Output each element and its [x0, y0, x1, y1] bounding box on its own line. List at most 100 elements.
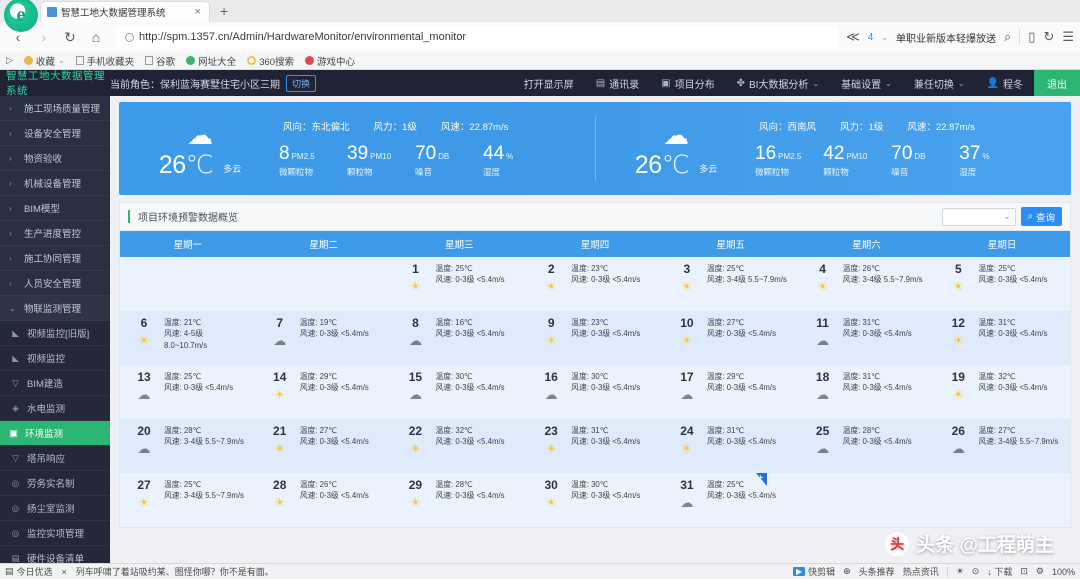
- calendar-day-cell[interactable]: 17 ☁ 温度: 29℃ 风速: 0-3级 <5.4m/s: [663, 365, 799, 419]
- headlines-label[interactable]: 头条推荐: [859, 565, 895, 578]
- sidebar-item-label: 生产进度管控: [24, 229, 82, 240]
- sidebar-item-utility-monitoring[interactable]: ◈ 水电监测: [0, 396, 110, 421]
- close-icon[interactable]: ×: [62, 567, 67, 577]
- calendar-day-cell[interactable]: 6 ☀ 温度: 21℃ 风速: 4-5级 8.0~10.7m/s: [120, 311, 256, 365]
- promo-text[interactable]: 单职业新版本轻爆放送: [896, 30, 996, 45]
- bookmark-item[interactable]: 360搜索: [247, 54, 294, 68]
- chevron-down-icon[interactable]: ⌄: [881, 33, 888, 42]
- calendar-day-cell[interactable]: 27 ☀ 温度: 25℃ 风速: 3-4级 5.5~7.9m/s: [120, 473, 256, 527]
- sidebar-item-iot-monitoring[interactable]: ⌄ 物联监测管理: [0, 296, 110, 321]
- quick-edit-tool[interactable]: ▶ 快剪辑: [792, 565, 835, 578]
- header-nav-item-project-map[interactable]: ▣ 项目分布: [650, 70, 725, 96]
- sidebar-item-quality[interactable]: › 施工现场质量管理: [0, 96, 110, 121]
- calendar-day-cell[interactable]: 7 ☁ 温度: 19℃ 风速: 0-3级 <5.4m/s: [256, 311, 392, 365]
- sidebar-item-monitor-items[interactable]: ◎ 监控实项管理: [0, 521, 110, 546]
- shield-icon[interactable]: ⊙: [972, 566, 980, 577]
- calendar-day-cell[interactable]: 12 ☀ 温度: 31℃ 风速: 0-3级 <5.4m/s: [934, 311, 1070, 365]
- calendar-day-cell[interactable]: 26 ☁ 温度: 27℃ 风速: 3-4级 5.5~7.9m/s: [934, 419, 1070, 473]
- calendar-day-cell[interactable]: 19 ☀ 温度: 32℃ 风速: 0-3级 <5.4m/s: [934, 365, 1070, 419]
- calendar-day-cell[interactable]: 4 ☀ 温度: 26℃ 风速: 3-4级 5.5~7.9m/s: [799, 257, 935, 311]
- calendar-day-cell[interactable]: 25 ☁ 温度: 28℃ 风速: 0-3级 <5.4m/s: [799, 419, 935, 473]
- bookmark-item[interactable]: 收藏 ⌄: [23, 54, 65, 68]
- zoom-level[interactable]: 100%: [1052, 567, 1075, 577]
- sidebar-item-environmental-monitoring[interactable]: ▣ 环境监测: [0, 421, 110, 446]
- sidebar-item-personnel-safety[interactable]: › 人员安全管理: [0, 271, 110, 296]
- search-icon[interactable]: ⌕: [1004, 29, 1011, 45]
- window-icon[interactable]: ⊡: [1020, 566, 1028, 577]
- chevron-down-icon[interactable]: ⌄: [58, 56, 65, 65]
- weather-description: 多云: [223, 163, 242, 174]
- calendar-day-cell[interactable]: 30 ☀ 温度: 30℃ 风速: 0-3级 <5.4m/s: [527, 473, 663, 527]
- new-tab-button[interactable]: +: [210, 1, 238, 22]
- history-icon[interactable]: ↻: [1043, 29, 1054, 45]
- header-nav-item-role-switch[interactable]: 兼任切换 ⌄: [903, 70, 976, 96]
- header-nav-item-contacts[interactable]: ▤ 通讯录: [585, 70, 650, 96]
- calendar-day-cell[interactable]: 29 ☀ 温度: 28℃ 风速: 0-3级 <5.4m/s: [391, 473, 527, 527]
- calendar-day-cell[interactable]: 2 ☀ 温度: 23℃ 风速: 0-3级 <5.4m/s: [527, 257, 663, 311]
- mobile-view-icon[interactable]: ▯: [1028, 29, 1035, 45]
- calendar-day-cell[interactable]: 10 ☀ 温度: 27℃ 风速: 0-3级 <5.4m/s: [663, 311, 799, 365]
- home-icon[interactable]: ⌂: [84, 25, 108, 49]
- calendar-day-cell[interactable]: 31 ☁ 温度: 25℃ 风速: 0-3级 <5.4m/s: [663, 473, 799, 527]
- calendar-day-info: 温度: 21℃ 风速: 4-5级 8.0~10.7m/s: [164, 316, 252, 365]
- calendar-day-cell[interactable]: 20 ☁ 温度: 28℃ 风速: 3-4级 5.5~7.9m/s: [120, 419, 256, 473]
- add-icon[interactable]: ⊕: [843, 566, 851, 577]
- sidebar-item-bim-build[interactable]: ▽ BIM建造: [0, 371, 110, 396]
- month-select[interactable]: ⌄: [941, 207, 1016, 226]
- search-button[interactable]: ⌕ 查询: [1020, 207, 1062, 226]
- address-bar[interactable]: http://spm.1357.cn/Admin/HardwareMonitor…: [116, 26, 839, 48]
- bookmark-item[interactable]: 游戏中心: [305, 54, 355, 68]
- today-featured[interactable]: ▤ 今日优选: [5, 565, 53, 578]
- day-wind-speed: 风速: 3-4级 5.5~7.9m/s: [842, 275, 923, 285]
- browser-tab[interactable]: 智慧工地大数据管理系统 ×: [40, 1, 210, 22]
- calendar-day-info: 温度: 25℃ 风速: 0-3级 <5.4m/s: [978, 262, 1066, 311]
- close-icon[interactable]: ×: [193, 6, 203, 18]
- calendar-day-cell[interactable]: 22 ☀ 温度: 32℃ 风速: 0-3级 <5.4m/s: [391, 419, 527, 473]
- sidebar-item-labor-realname[interactable]: ◎ 劳务实名制: [0, 471, 110, 496]
- download-icon[interactable]: ↓ 下载: [987, 565, 1012, 578]
- calendar-day-cell[interactable]: 23 ☀ 温度: 31℃ 风速: 0-3级 <5.4m/s: [527, 419, 663, 473]
- calendar-day-cell[interactable]: 13 ☁ 温度: 25℃ 风速: 0-3级 <5.4m/s: [120, 365, 256, 419]
- calendar-day-cell[interactable]: 9 ☀ 温度: 23℃ 风速: 0-3级 <5.4m/s: [527, 311, 663, 365]
- bookmark-item[interactable]: 谷歌: [145, 54, 175, 68]
- bookmark-expand-icon[interactable]: ▷: [6, 55, 13, 66]
- switch-role-button[interactable]: 切换: [286, 74, 317, 92]
- sidebar-item-dust-monitoring[interactable]: ◎ 扬尘室监测: [0, 496, 110, 521]
- calendar-day-cell[interactable]: 24 ☀ 温度: 31℃ 风速: 0-3级 <5.4m/s: [663, 419, 799, 473]
- sidebar-item-material-acceptance[interactable]: › 物资验收: [0, 146, 110, 171]
- calendar-day-cell[interactable]: 5 ☀ 温度: 25℃ 风速: 0-3级 <5.4m/s: [934, 257, 1070, 311]
- gear-icon[interactable]: ⚙: [1036, 566, 1044, 577]
- calendar-day-cell[interactable]: 1 ☀ 温度: 25℃ 风速: 0-3级 <5.4m/s: [391, 257, 527, 311]
- logout-button[interactable]: 退出: [1034, 70, 1080, 96]
- header-nav-item-user[interactable]: 👤 程冬: [976, 70, 1034, 96]
- brightness-icon[interactable]: ☀: [956, 566, 964, 577]
- menu-icon[interactable]: ☰: [1062, 29, 1074, 45]
- sidebar-item-crane-response[interactable]: ▽ 塔吊响应: [0, 446, 110, 471]
- reload-icon[interactable]: ↻: [58, 25, 82, 49]
- calendar-day-cell[interactable]: 14 ☀ 温度: 29℃ 风速: 0-3级 <5.4m/s: [256, 365, 392, 419]
- news-ticker[interactable]: 列车呼啸了着站吸约某、图怪你哪？你不是有面。: [76, 565, 274, 578]
- calendar-day-cell[interactable]: 11 ☁ 温度: 31℃ 风速: 0-3级 <5.4m/s: [799, 311, 935, 365]
- forward-icon[interactable]: ›: [32, 25, 56, 49]
- sidebar-item-video[interactable]: ◣ 视频监控: [0, 346, 110, 371]
- sidebar-item-equipment-safety[interactable]: › 设备安全管理: [0, 121, 110, 146]
- calendar-day-cell[interactable]: 8 ☁ 温度: 16℃ 风速: 0-3级 <5.4m/s: [391, 311, 527, 365]
- calendar-day-cell[interactable]: 3 ☀ 温度: 25℃ 风速: 3-4级 5.5~7.9m/s: [663, 257, 799, 311]
- calendar-day-cell[interactable]: 16 ☁ 温度: 30℃ 风速: 0-3级 <5.4m/s: [527, 365, 663, 419]
- calendar-day-cell[interactable]: 15 ☁ 温度: 30℃ 风速: 0-3级 <5.4m/s: [391, 365, 527, 419]
- sidebar-item-production-progress[interactable]: › 生产进度管控: [0, 221, 110, 246]
- bookmark-item[interactable]: 网址大全: [186, 54, 236, 68]
- sidebar-item-construction-collab[interactable]: › 施工协同管理: [0, 246, 110, 271]
- bookmark-item[interactable]: 手机收藏夹: [75, 54, 134, 68]
- header-nav-item-settings[interactable]: 基础设置 ⌄: [830, 70, 903, 96]
- calendar-day-cell[interactable]: 21 ☀ 温度: 27℃ 风速: 0-3级 <5.4m/s: [256, 419, 392, 473]
- sidebar-item-bim-model[interactable]: › BIM模型: [0, 196, 110, 221]
- calendar-day-cell[interactable]: 18 ☁ 温度: 31℃ 风速: 0-3级 <5.4m/s: [799, 365, 935, 419]
- header-nav-item-bi[interactable]: ✤ BI大数据分析 ⌄: [726, 70, 831, 96]
- hot-news-label[interactable]: 热点资讯: [903, 565, 939, 578]
- sidebar-item-machinery[interactable]: › 机械设备管理: [0, 171, 110, 196]
- header-nav-item-display[interactable]: 打开显示屏: [513, 70, 585, 96]
- sidebar-item-video-legacy[interactable]: ◣ 视频监控[旧版]: [0, 321, 110, 346]
- calendar-day-cell[interactable]: 28 ☀ 温度: 26℃ 风速: 0-3级 <5.4m/s: [256, 473, 392, 527]
- share-icon[interactable]: ≪: [846, 29, 860, 45]
